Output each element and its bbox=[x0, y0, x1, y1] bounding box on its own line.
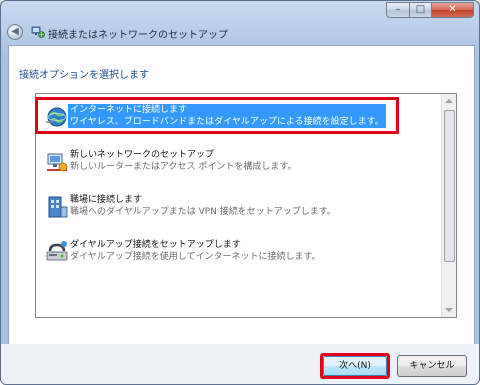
option-new-network-text: 新しいネットワークのセットアップ 新しいルーターまたはアクセス ポイントを構成し… bbox=[70, 149, 297, 173]
title-bar: ◀ 接続またはネットワークのセットアップ – □ ✕ bbox=[1, 1, 479, 41]
close-button[interactable]: ✕ bbox=[432, 2, 474, 18]
option-description: 職場へのダイヤルアップまたは VPN 接続をセットアップします。 bbox=[70, 207, 336, 217]
scroll-thumb[interactable] bbox=[444, 110, 455, 262]
option-title: 職場に接続します bbox=[70, 195, 143, 205]
option-title: ダイヤルアップ接続をセットアップします bbox=[70, 240, 241, 250]
next-button[interactable]: 次へ(N) bbox=[320, 353, 390, 379]
page-heading: 接続オプションを選択します bbox=[19, 70, 149, 81]
content-panel: 接続オプションを選択します インターネットに接続します ワイヤレス、ブロードバン… bbox=[8, 45, 475, 345]
option-workplace[interactable]: 職場に接続します 職場へのダイヤルアップまたは VPN 接続をセットアップします… bbox=[40, 190, 442, 228]
option-internet-text: インターネットに接続します ワイヤレス、ブロードバンドまたはダイヤルアップによる… bbox=[68, 104, 386, 128]
option-description: 新しいルーターまたはアクセス ポイントを構成します。 bbox=[70, 162, 297, 172]
vertical-scrollbar[interactable] bbox=[441, 94, 456, 317]
option-internet[interactable]: インターネットに接続します ワイヤレス、ブロードバンドまたはダイヤルアップによる… bbox=[40, 100, 442, 138]
minimize-button[interactable]: – bbox=[386, 2, 410, 18]
option-workplace-text: 職場に接続します 職場へのダイヤルアップまたは VPN 接続をセットアップします… bbox=[70, 194, 336, 218]
scroll-up-icon[interactable] bbox=[445, 99, 453, 103]
option-title: インターネットに接続します bbox=[70, 105, 188, 115]
option-description: ワイヤレス、ブロードバンドまたはダイヤルアップによる接続を設定します。 bbox=[70, 117, 384, 127]
router-icon bbox=[47, 153, 68, 172]
globe-network-icon bbox=[46, 107, 67, 127]
maximize-button[interactable]: □ bbox=[410, 2, 432, 18]
wizard-window: ◀ 接続またはネットワークのセットアップ – □ ✕ 接続オプションを選択します bbox=[0, 0, 480, 385]
connection-options-list[interactable]: インターネットに接続します ワイヤレス、ブロードバンドまたはダイヤルアップによる… bbox=[35, 93, 457, 318]
next-button-label: 次へ(N) bbox=[323, 356, 387, 376]
workplace-icon bbox=[48, 196, 68, 218]
cancel-button[interactable]: キャンセル bbox=[397, 355, 467, 377]
button-bar: 次へ(N) キャンセル bbox=[1, 344, 479, 384]
back-button[interactable]: ◀ bbox=[7, 24, 23, 40]
caption-buttons: – □ ✕ bbox=[386, 2, 474, 19]
network-wizard-icon bbox=[31, 26, 45, 38]
option-description: ダイヤルアップ接続を使用してインターネットに接続します。 bbox=[70, 252, 321, 262]
window-title: 接続またはネットワークのセットアップ bbox=[48, 30, 228, 41]
scroll-down-icon[interactable] bbox=[445, 308, 453, 312]
dialup-modem-icon bbox=[46, 241, 68, 261]
option-dialup-text: ダイヤルアップ接続をセットアップします ダイヤルアップ接続を使用してインターネッ… bbox=[70, 239, 321, 263]
option-title: 新しいネットワークのセットアップ bbox=[70, 150, 215, 160]
option-new-network[interactable]: 新しいネットワークのセットアップ 新しいルーターまたはアクセス ポイントを構成し… bbox=[40, 145, 442, 183]
option-dialup[interactable]: ダイヤルアップ接続をセットアップします ダイヤルアップ接続を使用してインターネッ… bbox=[40, 235, 442, 273]
